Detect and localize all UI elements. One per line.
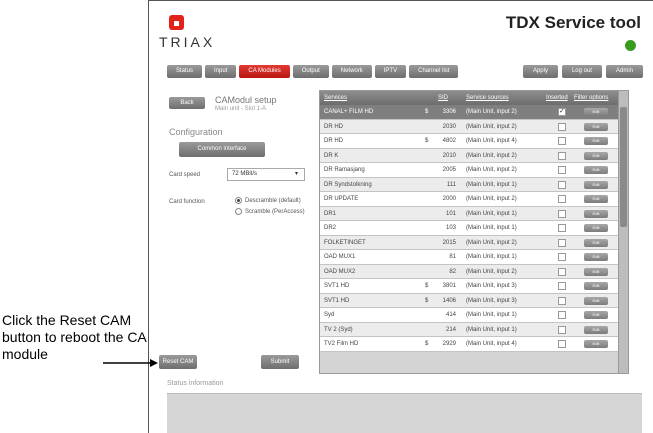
- annotation-arrow-icon: [103, 359, 158, 367]
